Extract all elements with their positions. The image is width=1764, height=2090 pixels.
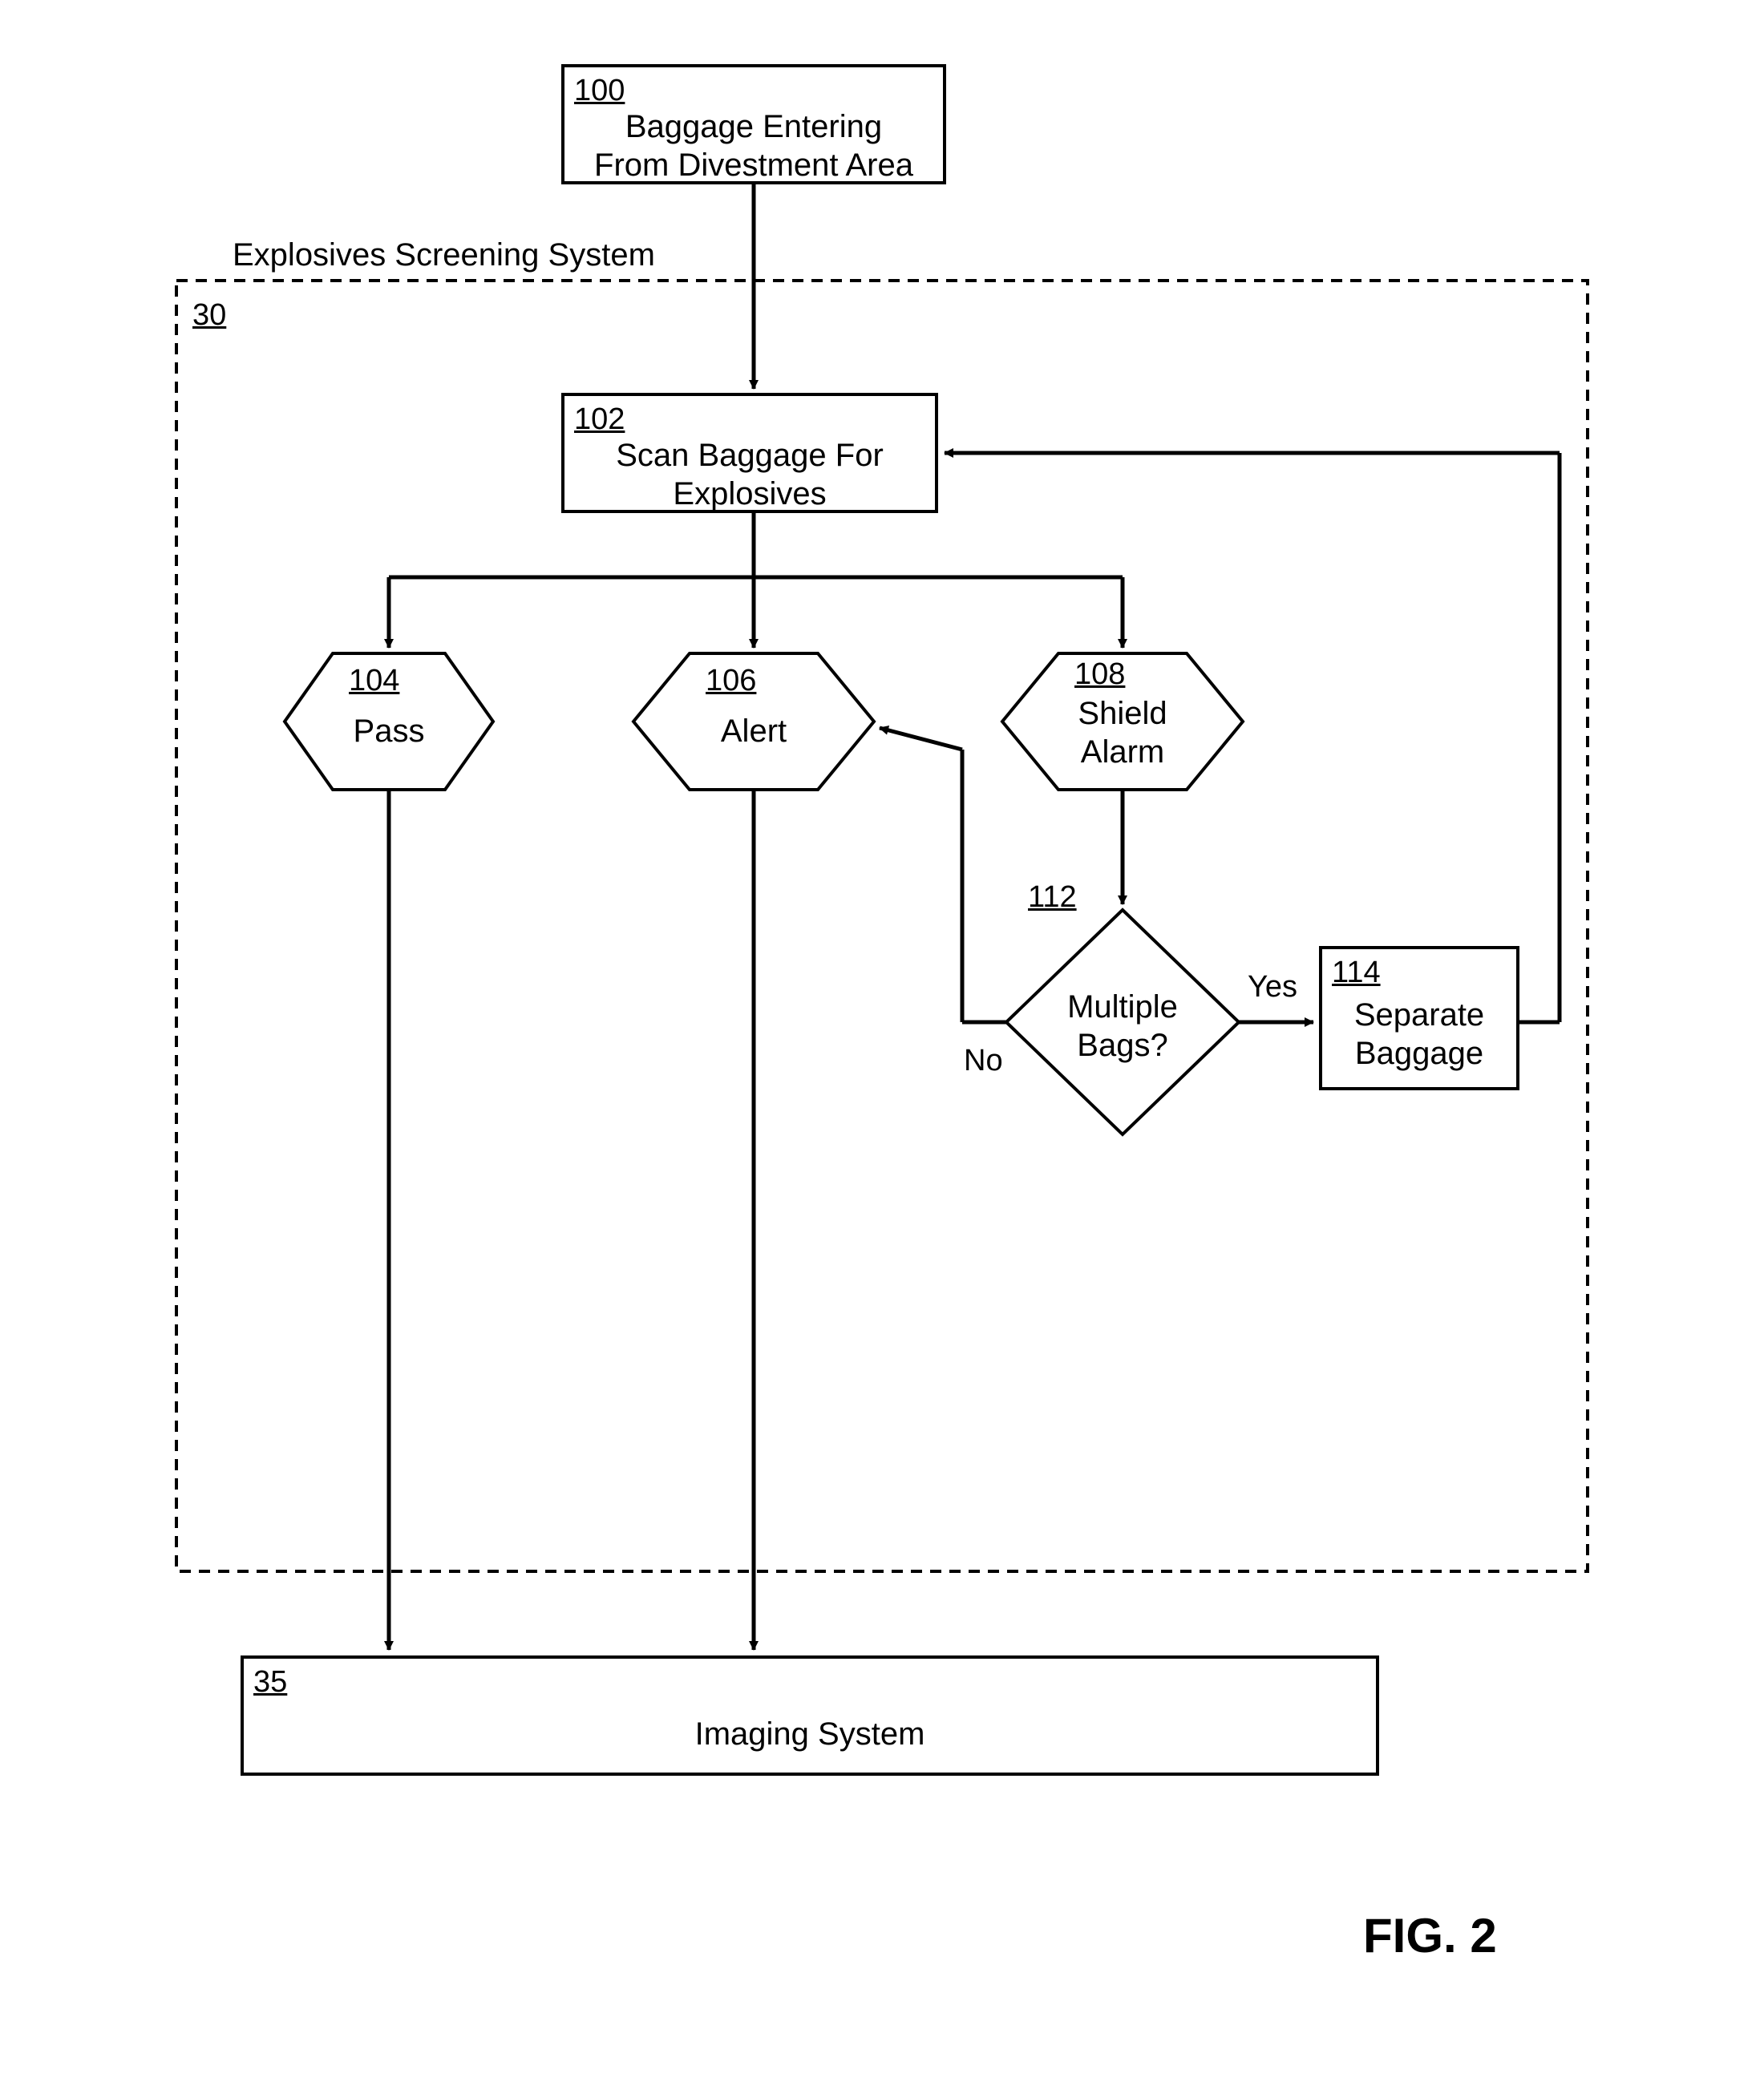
system-title: Explosives Screening System — [233, 237, 655, 273]
node-104-ref: 104 — [349, 664, 399, 698]
node-102-text2: Explosives — [564, 475, 935, 513]
diagram-canvas: Explosives Screening System 30 100 Bagga… — [0, 0, 1764, 2090]
system-ref: 30 — [192, 298, 226, 333]
node-100-text1: Baggage Entering — [564, 107, 943, 146]
node-35-ref: 35 — [253, 1665, 287, 1700]
node-112-ref: 112 — [1028, 880, 1077, 915]
node-114-ref: 114 — [1332, 956, 1381, 990]
node-102-ref: 102 — [574, 402, 625, 437]
node-102: 102 Scan Baggage For Explosives — [561, 393, 938, 513]
node-102-text1: Scan Baggage For — [564, 436, 935, 475]
node-35-text: Imaging System — [244, 1715, 1376, 1753]
node-100-ref: 100 — [574, 74, 625, 108]
node-114-text1: Separate — [1322, 996, 1516, 1034]
figure-label: FIG. 2 — [1363, 1908, 1497, 1963]
node-100-text2: From Divestment Area — [564, 146, 943, 184]
node-106-ref: 106 — [706, 664, 756, 698]
node-108-ref: 108 — [1074, 657, 1125, 692]
edge-no-label: No — [964, 1044, 1003, 1078]
node-100: 100 Baggage Entering From Divestment Are… — [561, 64, 946, 184]
node-35: 35 Imaging System — [241, 1655, 1379, 1776]
node-114-text2: Baggage — [1322, 1034, 1516, 1073]
node-114: 114 Separate Baggage — [1319, 946, 1519, 1090]
edge-yes-label: Yes — [1248, 970, 1297, 1005]
